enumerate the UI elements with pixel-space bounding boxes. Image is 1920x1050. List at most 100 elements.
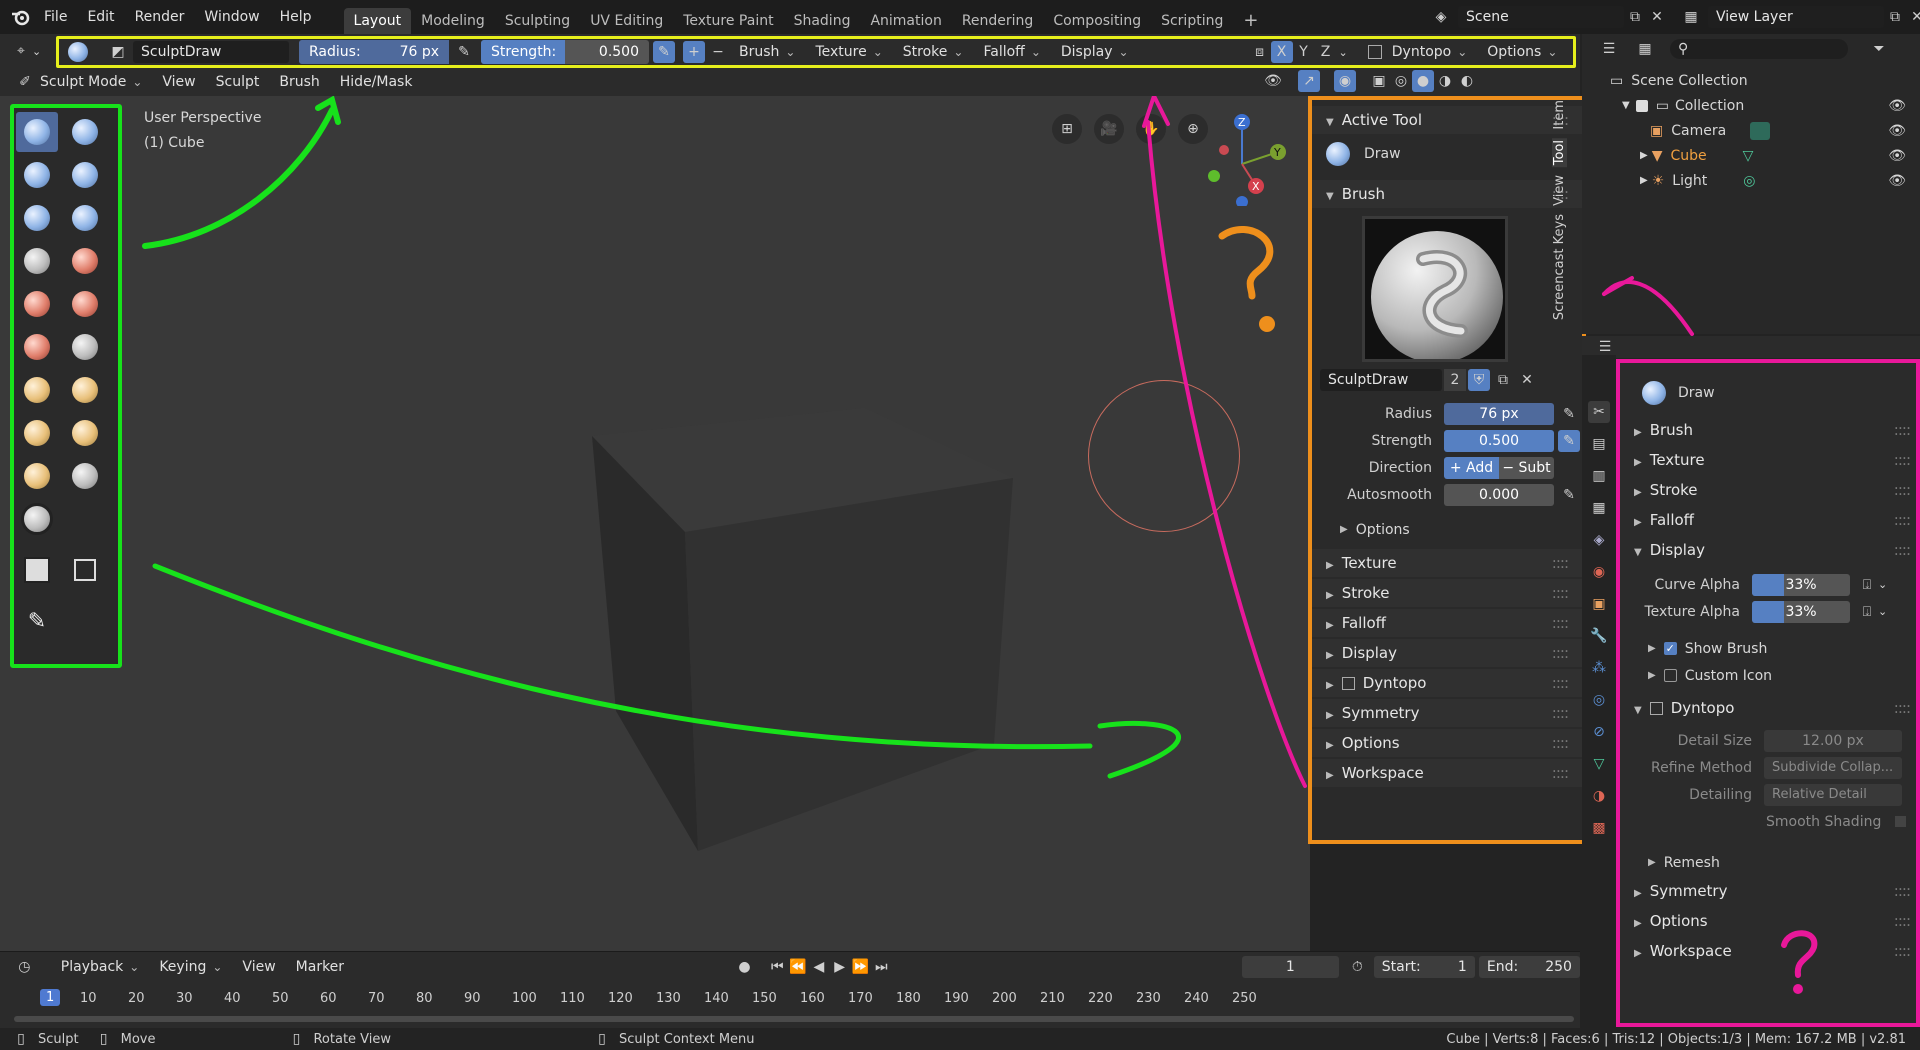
menu-help[interactable]: Help bbox=[270, 9, 322, 25]
tab-screencast-keys[interactable]: Screencast Keys bbox=[1552, 214, 1567, 320]
tool-box-hide[interactable] bbox=[64, 550, 106, 590]
np-radius-pressure-icon[interactable]: ✎ bbox=[1558, 403, 1580, 425]
data-properties-icon[interactable]: ▽ bbox=[1588, 753, 1610, 775]
brush-menu[interactable]: Brush bbox=[729, 44, 805, 60]
outliner-camera[interactable]: ▣ Camera 👁 bbox=[1610, 118, 1920, 143]
menu-window[interactable]: Window bbox=[194, 9, 269, 25]
np-strength-pressure-icon[interactable]: ✎ bbox=[1558, 429, 1580, 452]
pr-options-header[interactable]: ▶ Options:::: bbox=[1620, 906, 1916, 936]
symmetry-z-toggle[interactable]: Z bbox=[1315, 41, 1337, 63]
np-options-subpanel[interactable]: ▶ Options bbox=[1312, 516, 1582, 543]
dyntopo-checkbox[interactable] bbox=[1367, 45, 1382, 59]
tool-draw[interactable] bbox=[16, 112, 58, 152]
tool-scrape[interactable] bbox=[64, 327, 106, 367]
pr-brush-header[interactable]: ▶ Brush:::: bbox=[1620, 415, 1916, 445]
tool-thumb[interactable] bbox=[64, 413, 106, 453]
texture-menu[interactable]: Texture bbox=[805, 44, 892, 60]
world-properties-icon[interactable]: ◉ bbox=[1588, 561, 1610, 583]
view-layer-properties-icon[interactable]: ▦ bbox=[1588, 497, 1610, 519]
tool-nudge[interactable] bbox=[16, 456, 58, 496]
remesh-subpanel[interactable]: ▶ Remesh bbox=[1620, 849, 1916, 876]
tab-item[interactable]: Item bbox=[1552, 100, 1567, 130]
tool-blob[interactable] bbox=[16, 241, 58, 281]
blender-logo-icon[interactable] bbox=[8, 6, 34, 28]
start-frame-field[interactable]: Start: 1 bbox=[1373, 956, 1475, 978]
active-tool-panel-header[interactable]: ▼ Active Tool:::: bbox=[1312, 106, 1582, 134]
np-stroke-header[interactable]: ▶ Stroke:::: bbox=[1312, 579, 1582, 607]
texture-alpha-dropdown-icon[interactable]: ⌄ bbox=[1878, 605, 1887, 618]
3d-viewport[interactable]: User Perspective (1) Cube ⊞ 🎥 ✋ ⊕ Z Y X bbox=[0, 96, 1310, 951]
outliner-scene-collection[interactable]: ▭ Scene Collection bbox=[1610, 68, 1920, 93]
duplicate-brush-icon[interactable]: ⧉ bbox=[1492, 369, 1514, 391]
timeline-scrollbar[interactable] bbox=[14, 1016, 1574, 1022]
pr-display-header[interactable]: ▼ Display:::: bbox=[1620, 535, 1916, 565]
keying-menu[interactable]: Keying bbox=[149, 959, 232, 975]
np-texture-header[interactable]: ▶ Texture:::: bbox=[1312, 549, 1582, 577]
tool-properties-icon[interactable]: ✂ bbox=[1588, 401, 1610, 423]
display-menu[interactable]: Display bbox=[1051, 44, 1139, 60]
show-brush-row[interactable]: ▶ ✓ Show Brush bbox=[1620, 635, 1916, 662]
play-reverse-icon[interactable]: ◀ bbox=[808, 956, 829, 978]
menu-edit[interactable]: Edit bbox=[77, 9, 124, 25]
np-strength-field[interactable]: 0.500 bbox=[1444, 429, 1554, 452]
cube-mesh-data-icon[interactable]: ▽ bbox=[1743, 148, 1754, 164]
preview-range-icon[interactable]: ⏱ bbox=[1347, 956, 1368, 978]
direction-subtract-button[interactable]: − bbox=[707, 41, 729, 63]
collection-expand-icon[interactable]: ▼ bbox=[1622, 100, 1630, 111]
copy-scene-icon[interactable]: ⧉ bbox=[1624, 6, 1646, 28]
tool-draw-sharp[interactable] bbox=[64, 112, 106, 152]
tool-smooth[interactable] bbox=[16, 284, 58, 324]
tab-tool[interactable]: Tool bbox=[1552, 137, 1567, 167]
brush-name-field[interactable]: SculptDraw bbox=[133, 41, 289, 63]
tool-fill[interactable] bbox=[16, 327, 58, 367]
close-scene-icon[interactable]: ✕ bbox=[1646, 6, 1668, 28]
rendered-shading-icon[interactable]: ◐ bbox=[1456, 70, 1478, 92]
tool-layer[interactable] bbox=[16, 198, 58, 238]
tool-pinch[interactable] bbox=[16, 370, 58, 410]
options-menu[interactable]: Options bbox=[1477, 44, 1567, 60]
object-properties-icon[interactable]: ▣ bbox=[1588, 593, 1610, 615]
timeline-view-menu[interactable]: View bbox=[232, 959, 285, 975]
playback-menu[interactable]: Playback bbox=[51, 959, 150, 975]
np-direction-subtract[interactable]: − Subt bbox=[1499, 456, 1554, 479]
marker-menu[interactable]: Marker bbox=[286, 959, 354, 975]
pr-texture-header[interactable]: ▶ Texture:::: bbox=[1620, 445, 1916, 475]
tool-box-mask[interactable] bbox=[16, 550, 58, 590]
jump-start-icon[interactable]: ⏮ bbox=[767, 956, 788, 978]
radius-pressure-icon[interactable]: ✎ bbox=[453, 41, 475, 63]
view-layer-selector[interactable]: View Layer bbox=[1708, 6, 1884, 28]
custom-icon-checkbox[interactable] bbox=[1663, 669, 1677, 682]
constraints-properties-icon[interactable]: ⊘ bbox=[1588, 721, 1610, 743]
light-data-icon[interactable]: ◎ bbox=[1743, 173, 1755, 189]
tool-mask[interactable] bbox=[16, 499, 58, 539]
np-options-header[interactable]: ▶ Options:::: bbox=[1312, 729, 1582, 757]
np-falloff-header[interactable]: ▶ Falloff:::: bbox=[1312, 609, 1582, 637]
np-display-header[interactable]: ▶ Display:::: bbox=[1312, 639, 1582, 667]
outliner-cube[interactable]: ▶ ▼ Cube ▽ 👁 bbox=[1610, 143, 1920, 168]
tool-snake-hook[interactable] bbox=[16, 413, 58, 453]
material-properties-icon[interactable]: ◑ bbox=[1588, 785, 1610, 807]
tab-scripting[interactable]: Scripting bbox=[1151, 8, 1233, 34]
pr-dyntopo-checkbox[interactable] bbox=[1649, 702, 1663, 715]
brush-browse-icon[interactable]: ◩ bbox=[107, 41, 129, 63]
symmetry-x-toggle[interactable]: X bbox=[1270, 41, 1293, 63]
np-dyntopo-checkbox[interactable] bbox=[1341, 677, 1355, 690]
tab-shading[interactable]: Shading bbox=[784, 8, 861, 34]
camera-visibility-icon[interactable]: 👁 bbox=[1888, 123, 1906, 139]
scene-selector[interactable]: Scene bbox=[1458, 6, 1624, 28]
solid-shading-icon[interactable]: ● bbox=[1412, 70, 1434, 92]
np-direction-add[interactable]: + Add bbox=[1444, 456, 1499, 479]
active-tool-row[interactable]: Draw bbox=[1312, 134, 1582, 174]
copy-view-layer-icon[interactable]: ⧉ bbox=[1884, 6, 1906, 28]
brush-preview-icon[interactable] bbox=[63, 40, 93, 64]
xray-icon[interactable]: ▣ bbox=[1368, 70, 1390, 92]
smooth-shading-row[interactable]: Smooth Shading bbox=[1620, 808, 1916, 835]
cube-expand-icon[interactable]: ▶ bbox=[1640, 150, 1648, 161]
menu-hide-mask[interactable]: Hide/Mask bbox=[330, 74, 423, 90]
view-layer-icon[interactable]: ▦ bbox=[1680, 6, 1702, 28]
editor-type-button[interactable]: ⌖ ⌄ bbox=[10, 40, 41, 62]
outliner-light[interactable]: ▶ ☀ Light ◎ 👁 bbox=[1610, 168, 1920, 193]
play-icon[interactable]: ▶ bbox=[829, 956, 850, 978]
show-brush-checkbox[interactable]: ✓ bbox=[1663, 642, 1677, 655]
strength-pressure-icon[interactable]: ✎ bbox=[653, 41, 675, 63]
